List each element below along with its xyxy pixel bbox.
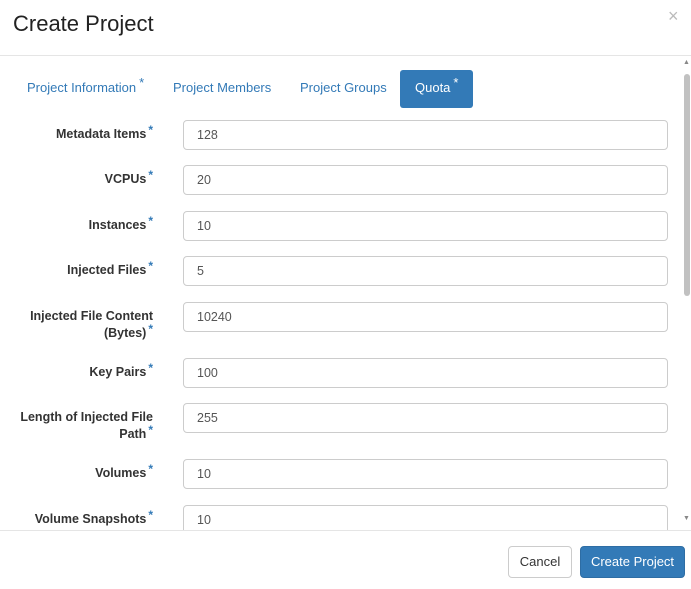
injected-file-content-input[interactable]: 10240 [183, 302, 668, 332]
vcpus-input[interactable]: 20 [183, 165, 668, 195]
tab-project-information[interactable]: Project Information * [27, 70, 144, 108]
create-project-button[interactable]: Create Project [580, 546, 685, 578]
scrollbar-thumb[interactable] [684, 74, 690, 296]
field-label: Injected Files * [67, 259, 153, 277]
instances-input[interactable]: 10 [183, 211, 668, 241]
field-label: Length of Injected File Path * [20, 410, 153, 441]
field-label: Injected File Content (Bytes) * [30, 309, 153, 340]
volume-snapshots-input[interactable]: 10 [183, 505, 668, 530]
field-label: Volume Snapshots * [34, 508, 153, 526]
tab-label: Quota [415, 80, 451, 95]
create-project-dialog: Create Project × Project Information * Pr… [0, 0, 691, 589]
wizard-tabs: Project Information * Project Members Pro… [15, 70, 655, 108]
required-marker: * [453, 75, 459, 90]
tab-project-members[interactable]: Project Members [173, 70, 271, 108]
dialog-header: Create Project × [0, 0, 691, 56]
field-label: Metadata Items * [56, 123, 153, 141]
key-pairs-input[interactable]: 100 [183, 358, 668, 388]
required-marker: * [139, 75, 145, 90]
injected-files-input[interactable]: 5 [183, 256, 668, 286]
dialog-title: Create Project [13, 11, 154, 36]
tab-project-groups[interactable]: Project Groups [300, 70, 387, 108]
tab-quota[interactable]: Quota * [400, 70, 474, 108]
field-label: Instances * [88, 214, 153, 232]
close-icon[interactable]: × [668, 6, 679, 26]
quota-form: Metadata Items * 128 VCPUs * 20 Instances *… [0, 112, 683, 530]
scroll-down-icon[interactable]: ▼ [683, 515, 690, 523]
tab-label: Project Groups [300, 80, 387, 95]
injected-file-path-length-input[interactable]: 255 [183, 403, 668, 433]
scrollbar[interactable]: ▲ ▼ [683, 57, 691, 527]
scroll-up-icon[interactable]: ▲ [683, 59, 690, 67]
metadata-items-input[interactable]: 128 [183, 120, 668, 150]
field-label: VCPUs * [104, 168, 153, 186]
volumes-input[interactable]: 10 [183, 459, 668, 489]
field-label: Volumes * [95, 462, 153, 480]
dialog-footer: Cancel Create Project [0, 530, 691, 589]
tab-label: Project Information [27, 80, 137, 95]
cancel-button[interactable]: Cancel [508, 546, 572, 578]
field-label: Key Pairs * [89, 361, 153, 379]
tab-label: Project Members [173, 80, 272, 95]
